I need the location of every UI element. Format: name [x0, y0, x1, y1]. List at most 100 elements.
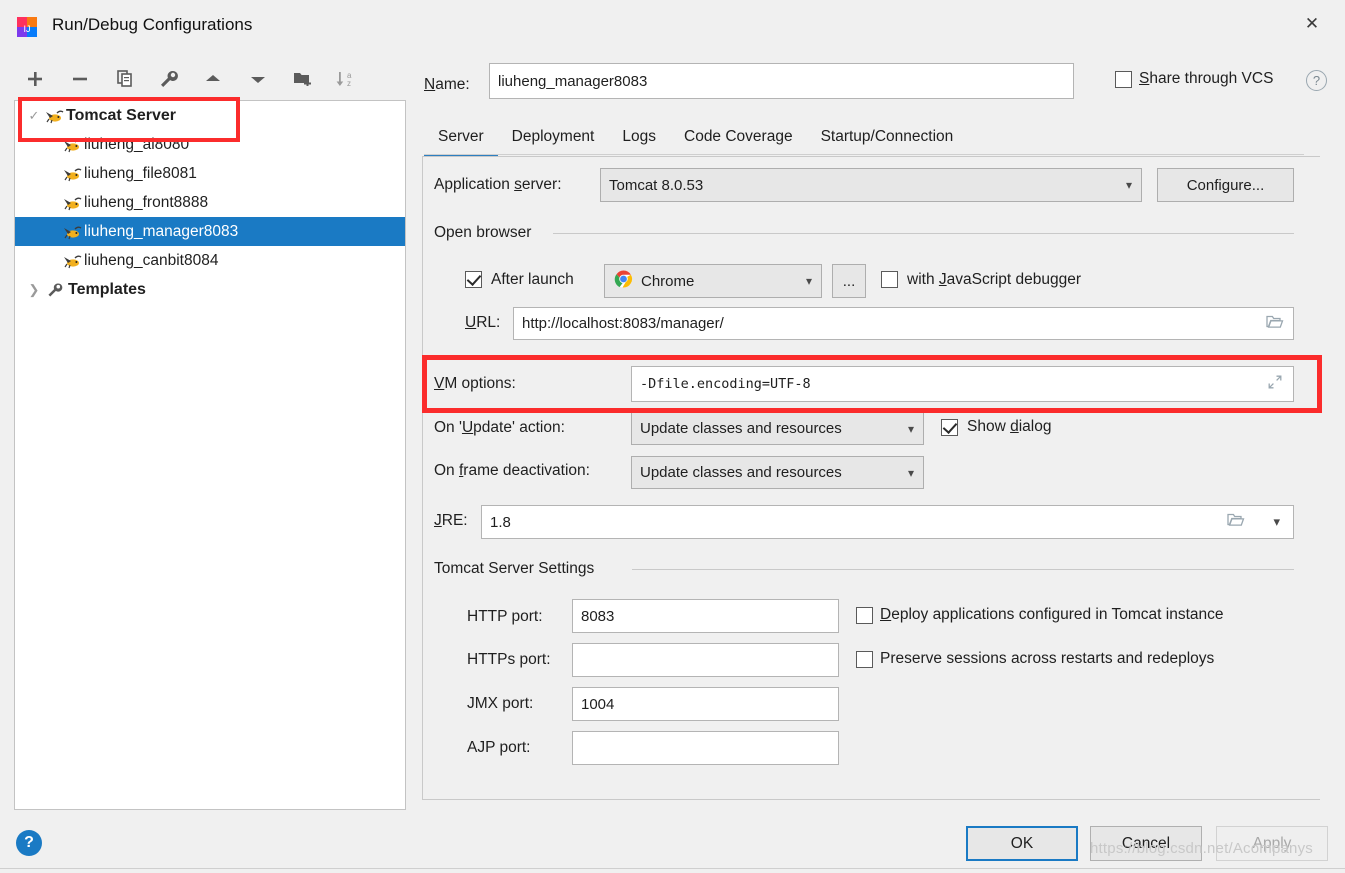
application-server-label: Application server:	[434, 176, 562, 193]
tab-startup-connection[interactable]: Startup/Connection	[807, 120, 968, 154]
folder-open-icon[interactable]	[1266, 314, 1284, 333]
help-button[interactable]: ?	[16, 830, 42, 856]
name-label: Name:	[424, 76, 470, 93]
tree-item-label: liuheng_front8888	[84, 193, 209, 211]
share-through-vcs-checkbox[interactable]	[1115, 71, 1132, 88]
http-port-value: 8083	[581, 607, 615, 625]
tree-item-templates[interactable]: ❯ Templates	[15, 275, 405, 304]
configurations-tree[interactable]: ✓ Tomcat Server liuheng_ai8080 liuheng_f…	[14, 100, 406, 810]
show-dialog-checkbox[interactable]	[941, 419, 958, 436]
apply-button: Apply	[1216, 826, 1328, 861]
deploy-applications-checkbox[interactable]	[856, 607, 873, 624]
tree-item-liuheng-ai8080[interactable]: liuheng_ai8080	[15, 130, 405, 159]
https-port-label: HTTPs port:	[467, 651, 551, 668]
open-browser-group-label: Open browser	[434, 224, 532, 241]
on-frame-deactivation-label: On frame deactivation:	[434, 462, 590, 479]
tomcat-icon	[63, 225, 82, 240]
name-input[interactable]	[489, 63, 1074, 99]
ellipsis-label: ...	[842, 272, 856, 290]
url-label: URL:	[465, 314, 501, 331]
tree-item-label: liuheng_manager8083	[84, 222, 239, 240]
chevron-down-icon: ▾	[907, 465, 914, 480]
chevron-down-icon: ▾	[907, 421, 914, 436]
configurations-toolbar: a z	[18, 62, 398, 98]
show-dialog-label: Show dialog	[967, 418, 1052, 435]
on-update-action-label: On 'Update' action:	[434, 419, 565, 436]
tree-item-tomcat-server[interactable]: ✓ Tomcat Server	[15, 101, 405, 130]
cancel-button[interactable]: Cancel	[1090, 826, 1202, 861]
close-icon[interactable]: ✕	[1291, 6, 1333, 42]
tab-server[interactable]: Server	[424, 120, 498, 158]
group-divider	[553, 233, 1294, 234]
application-server-combo[interactable]: Tomcat 8.0.53 ▾	[600, 168, 1142, 202]
ajp-port-label: AJP port:	[467, 739, 531, 756]
move-up-button[interactable]	[196, 62, 230, 96]
on-frame-deactivation-combo[interactable]: Update classes and resources ▾	[631, 456, 924, 489]
svg-text:z: z	[347, 79, 351, 88]
preserve-sessions-checkbox[interactable]	[856, 651, 873, 668]
tree-item-label: liuheng_file8081	[84, 164, 197, 182]
edit-templates-wrench-button[interactable]	[152, 62, 186, 96]
on-frame-deactivation-value: Update classes and resources	[640, 464, 842, 481]
folder-open-icon[interactable]	[1227, 513, 1245, 532]
http-port-label: HTTP port:	[467, 608, 543, 625]
tree-item-liuheng-file8081[interactable]: liuheng_file8081	[15, 159, 405, 188]
chevron-down-icon: ▾	[1125, 178, 1132, 192]
url-value: http://localhost:8083/manager/	[522, 315, 724, 332]
browser-value: Chrome	[641, 272, 695, 290]
on-update-action-combo[interactable]: Update classes and resources ▾	[631, 412, 924, 445]
twisty-expanded-icon[interactable]: ✓	[23, 108, 45, 124]
help-circle-icon[interactable]: ?	[1306, 70, 1327, 91]
tomcat-icon	[45, 109, 64, 124]
wrench-icon	[45, 281, 65, 299]
sort-az-button[interactable]: a z	[328, 62, 362, 96]
javascript-debugger-checkbox[interactable]	[881, 271, 898, 288]
browser-combo[interactable]: Chrome ▾	[604, 264, 822, 298]
chevron-down-icon: ▾	[805, 274, 812, 288]
footer-divider	[0, 868, 1345, 869]
content-scrollbar-track[interactable]	[1308, 157, 1320, 799]
http-port-input[interactable]: 8083	[572, 599, 839, 633]
tab-divider	[424, 154, 1304, 155]
tomcat-icon	[63, 196, 82, 211]
tab-bar: Server Deployment Logs Code Coverage Sta…	[424, 120, 1304, 158]
chrome-icon	[614, 270, 633, 293]
application-server-value: Tomcat 8.0.53	[609, 176, 704, 194]
chevron-down-icon[interactable]: ▾	[1273, 514, 1280, 530]
tree-item-liuheng-canbit8084[interactable]: liuheng_canbit8084	[15, 246, 405, 275]
configure-button[interactable]: Configure...	[1157, 168, 1294, 202]
twisty-collapsed-icon[interactable]: ❯	[23, 282, 45, 298]
after-launch-label: After launch	[491, 271, 574, 288]
move-down-button[interactable]	[241, 62, 275, 96]
tab-code-coverage[interactable]: Code Coverage	[670, 120, 807, 154]
title-bar: IJ Run/Debug Configurations ✕	[0, 0, 1345, 54]
jmx-port-label: JMX port:	[467, 695, 534, 712]
tree-item-liuheng-manager8083[interactable]: liuheng_manager8083	[15, 217, 405, 246]
deploy-applications-label: Deploy applications configured in Tomcat…	[880, 606, 1224, 623]
ajp-port-input[interactable]	[572, 731, 839, 765]
expand-arrows-icon[interactable]	[1267, 374, 1283, 394]
copy-configuration-button[interactable]	[108, 62, 142, 96]
add-configuration-button[interactable]	[18, 62, 52, 96]
tomcat-server-settings-label: Tomcat Server Settings	[434, 560, 595, 577]
jre-value: 1.8	[490, 513, 511, 531]
share-through-vcs-label: Share through VCS	[1139, 70, 1274, 87]
jre-input[interactable]: 1.8 ▾	[481, 505, 1294, 539]
ok-button[interactable]: OK	[966, 826, 1078, 861]
url-input[interactable]: http://localhost:8083/manager/	[513, 307, 1294, 340]
browser-settings-button[interactable]: ...	[832, 264, 866, 298]
remove-configuration-button[interactable]	[63, 62, 97, 96]
tomcat-icon	[63, 254, 82, 269]
tree-item-label: liuheng_canbit8084	[84, 251, 219, 269]
after-launch-checkbox[interactable]	[465, 271, 482, 288]
tree-item-label: Templates	[68, 280, 146, 298]
vm-options-input[interactable]: -Dfile.encoding=UTF-8	[631, 366, 1294, 402]
tomcat-icon	[63, 138, 82, 153]
tab-logs[interactable]: Logs	[608, 120, 670, 154]
create-folder-button[interactable]	[286, 62, 320, 96]
tree-item-liuheng-front8888[interactable]: liuheng_front8888	[15, 188, 405, 217]
jmx-port-input[interactable]: 1004	[572, 687, 839, 721]
page-title: Run/Debug Configurations	[52, 15, 253, 34]
https-port-input[interactable]	[572, 643, 839, 677]
tab-deployment[interactable]: Deployment	[498, 120, 609, 154]
